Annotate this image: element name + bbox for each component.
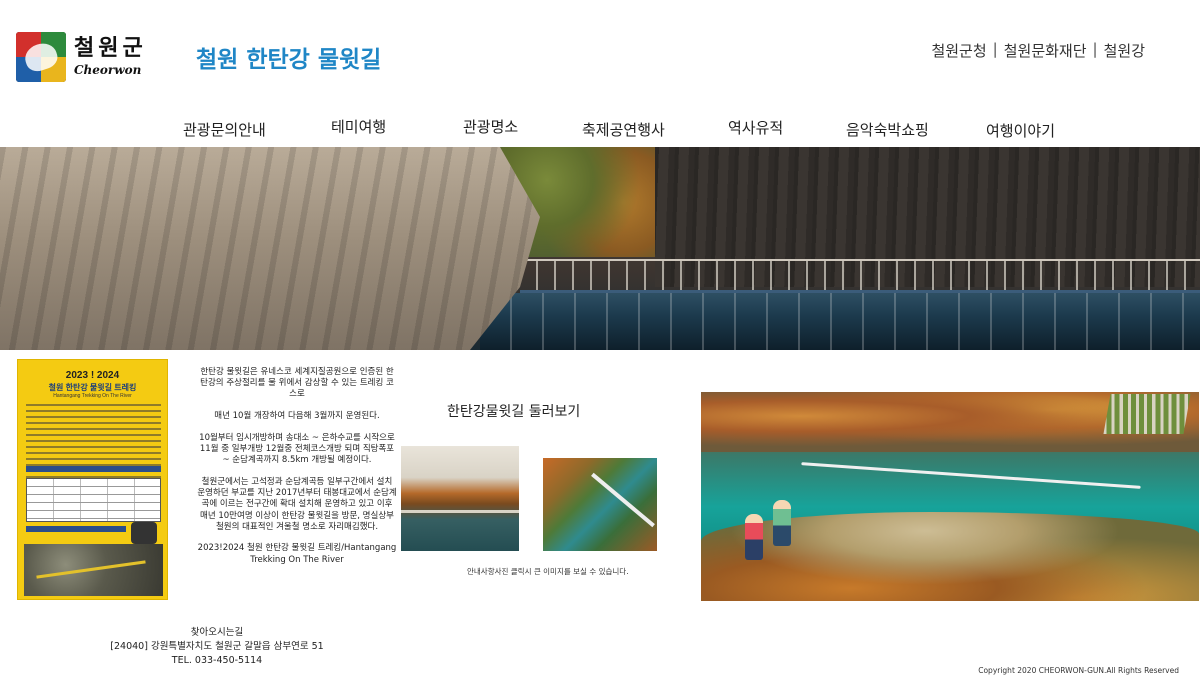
util-link-culture-foundation[interactable]: 철원문화재단 (1004, 40, 1087, 61)
hero-banner-image (0, 147, 1200, 350)
nav-item-theme-travel[interactable]: 테미여행 (331, 116, 386, 137)
cheorwon-logo[interactable]: 철원군 Cheorwon (16, 32, 156, 82)
logo-emblem-icon (16, 32, 66, 82)
poster-title: 철원 한탄강 물윗길 트레킹 (48, 383, 137, 392)
main-nav: 관광문의안내 테미여행 관광명소 축제공연행사 역사유적 음악숙박쇼핑 여행이야… (0, 114, 1200, 142)
nav-item-historic-sites[interactable]: 역사유적 (728, 117, 783, 138)
nav-item-tour-info[interactable]: 관광문의안내 (183, 119, 266, 140)
util-separator: | (1092, 40, 1098, 58)
footer-heading: 찾아오시는길 (190, 627, 244, 638)
poster-year: 2023 ! 2024 (65, 370, 120, 381)
nav-item-festivals[interactable]: 축제공연행사 (582, 119, 665, 140)
hiker-illustration (745, 514, 763, 560)
footer-tel: TEL. 033-450-5114 (171, 655, 263, 666)
description-paragraph: 매년 10월 개장하여 다음해 3월까지 운영된다. (214, 411, 380, 422)
description-paragraph: 한탄강 물윗길은 유네스코 세계지질공원으로 인증된 한탄강의 주상절리를 물 … (200, 367, 394, 400)
nav-item-attractions[interactable]: 관광명소 (463, 116, 518, 137)
poster-section-bar (26, 466, 161, 472)
copyright-text: Copyright 2020 CHEORWON-GUN.All Rights R… (978, 666, 1179, 675)
trekking-poster[interactable]: 2023 ! 2024 철원 한탄강 물윗길 트레킹 Hantangang Tr… (17, 359, 168, 600)
trail-description: 한탄강 물윗길은 유네스코 세계지질공원으로 인증된 한탄강의 주상절리를 물 … (197, 367, 397, 576)
hiker-illustration (773, 500, 791, 546)
footer-address: [24040] 강원특별자치도 철원군 갈말읍 삼부연로 51 (110, 641, 324, 652)
tour-section-title: 한탄강물윗길 둘러보기 (447, 404, 581, 420)
poster-schedule-table (26, 478, 161, 522)
tour-thumbnail-1[interactable] (401, 446, 519, 551)
aerial-river-photo (701, 392, 1199, 601)
description-paragraph: 철원군에서는 고석정과 순담계곡등 일부구간에서 설치 운영하던 부교를 지난 … (197, 476, 397, 532)
logo-korean: 철원군 (74, 36, 147, 61)
tour-caption: 안내사항사진 클릭시 큰 이미지를 보실 수 있습니다. (467, 567, 629, 576)
nav-item-food-lodging-shopping[interactable]: 음악숙박쇼핑 (846, 119, 929, 140)
nav-item-travel-stories[interactable]: 여행이야기 (986, 120, 1055, 141)
site-title[interactable]: 철원 한탄강 물윗길 (196, 40, 381, 74)
description-paragraph: 2023!2024 철원 한탄강 물윗길 트레킹/Hantangang Trek… (197, 543, 397, 565)
logo-english: Cheorwon (74, 63, 142, 77)
poster-route-map (24, 544, 163, 596)
description-paragraph: 10월부터 임시개방하며 송대소 ~ 은하수교를 시작으로 11월 중 일부개방… (199, 432, 395, 466)
tour-thumbnail-2[interactable] (543, 458, 657, 551)
util-link-county-office[interactable]: 철원군청 (931, 40, 986, 61)
util-link-cheorwon-river[interactable]: 철원강 (1104, 40, 1145, 61)
utility-links: 철원군청 | 철원문화재단 | 철원강 (931, 40, 1145, 61)
poster-subtitle: Hantangang Trekking On The River (53, 393, 132, 399)
bus-icon (131, 522, 157, 544)
util-separator: | (992, 40, 998, 58)
logo-text: 철원군 Cheorwon (74, 36, 147, 77)
footer-contact: 찾아오시는길 [24040] 강원특별자치도 철원군 갈말읍 삼부연로 51 T… (108, 626, 326, 668)
poster-section-bar (26, 526, 126, 532)
